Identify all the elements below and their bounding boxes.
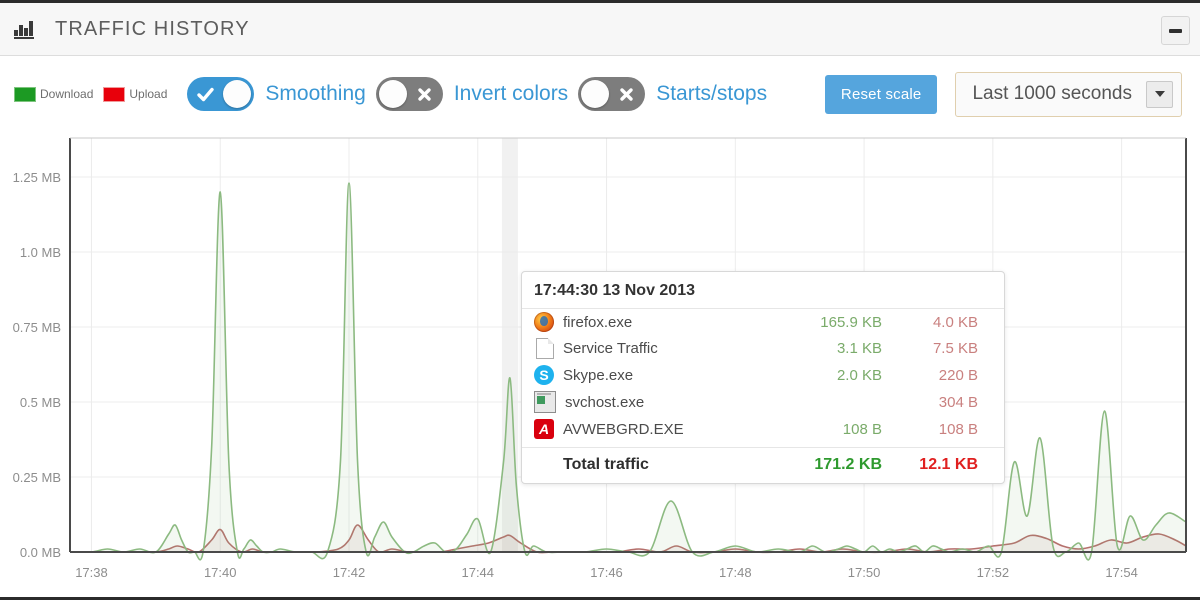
tooltip-upload-value: 4.0 KB bbox=[882, 314, 992, 331]
tooltip-total-label: Total traffic bbox=[563, 456, 786, 474]
page-title: TRAFFIC HISTORY bbox=[55, 18, 250, 41]
tooltip-download-value: 2.0 KB bbox=[786, 367, 882, 384]
legend: Download Upload bbox=[14, 87, 177, 102]
y-axis-tick-label: 0.75 MB bbox=[13, 320, 61, 335]
tooltip-total-row: Total traffic 171.2 KB 12.1 KB bbox=[522, 447, 1004, 477]
tooltip-download-value: 108 B bbox=[786, 421, 882, 438]
tooltip-upload-value: 7.5 KB bbox=[882, 340, 992, 357]
tooltip-download-value: 165.9 KB bbox=[786, 314, 882, 331]
traffic-history-window: TRAFFIC HISTORY Download Upload Smoothin… bbox=[0, 0, 1200, 600]
tooltip-process-name: firefox.exe bbox=[563, 314, 786, 331]
legend-label-upload: Upload bbox=[129, 87, 167, 101]
tooltip-process-name: AVWEBGRD.EXE bbox=[563, 421, 786, 438]
tooltip-download-value: 3.1 KB bbox=[786, 340, 882, 357]
y-axis-tick-label: 0.5 MB bbox=[20, 395, 61, 410]
toggle-starts-stops[interactable] bbox=[578, 77, 645, 111]
tooltip-timestamp: 17:44:30 13 Nov 2013 bbox=[522, 280, 1004, 309]
toggle-label-smoothing: Smoothing bbox=[265, 82, 365, 106]
avira-icon: A bbox=[534, 419, 554, 439]
toggle-smoothing[interactable] bbox=[187, 77, 254, 111]
tooltip-process-name: Service Traffic bbox=[563, 340, 786, 357]
x-axis-tick-label: 17:48 bbox=[719, 565, 752, 580]
tooltip-row: S Skype.exe 2.0 KB 220 B bbox=[522, 362, 1004, 388]
x-axis-tick-label: 17:54 bbox=[1105, 565, 1138, 580]
tooltip-upload-value: 108 B bbox=[882, 421, 992, 438]
legend-swatch-download bbox=[14, 87, 36, 102]
reset-scale-button[interactable]: Reset scale bbox=[825, 75, 938, 114]
bar-chart-icon bbox=[14, 19, 36, 39]
tooltip-total-download: 171.2 KB bbox=[786, 456, 882, 474]
x-axis-tick-label: 17:52 bbox=[977, 565, 1010, 580]
skype-icon: S bbox=[534, 365, 554, 385]
minimize-icon bbox=[1169, 29, 1182, 33]
toggle-label-starts-stops: Starts/stops bbox=[656, 82, 767, 106]
time-range-select[interactable]: Last 1000 seconds bbox=[955, 72, 1182, 117]
toggle-label-invert-colors: Invert colors bbox=[454, 82, 568, 106]
y-axis-tick-label: 1.0 MB bbox=[20, 245, 61, 260]
tooltip-upload-value: 220 B bbox=[882, 367, 992, 384]
tooltip-process-name: Skype.exe bbox=[563, 367, 786, 384]
tooltip-row: A AVWEBGRD.EXE 108 B 108 B bbox=[522, 416, 1004, 442]
legend-label-download: Download bbox=[40, 87, 93, 101]
minimize-button[interactable] bbox=[1161, 16, 1190, 45]
chevron-down-icon[interactable] bbox=[1146, 81, 1173, 108]
tooltip-total-upload: 12.1 KB bbox=[882, 456, 992, 474]
svchost-icon bbox=[534, 391, 556, 413]
toggle-knob bbox=[223, 80, 251, 108]
tooltip-row: Service Traffic 3.1 KB 7.5 KB bbox=[522, 335, 1004, 362]
x-axis-tick-label: 17:46 bbox=[590, 565, 623, 580]
toggle-knob bbox=[379, 80, 407, 108]
document-icon bbox=[536, 338, 554, 359]
tooltip-row: firefox.exe 165.9 KB 4.0 KB bbox=[522, 309, 1004, 335]
cross-icon bbox=[610, 77, 643, 111]
tooltip-upload-value: 304 B bbox=[882, 394, 992, 411]
chart-toolbar: Download Upload Smoothing Invert colors … bbox=[0, 56, 1200, 132]
x-axis-tick-label: 17:44 bbox=[461, 565, 494, 580]
y-axis-tick-label: 1.25 MB bbox=[13, 170, 61, 185]
cross-icon bbox=[408, 77, 441, 111]
window-titlebar: TRAFFIC HISTORY bbox=[0, 3, 1200, 56]
x-axis-tick-label: 17:42 bbox=[333, 565, 366, 580]
tooltip-row: svchost.exe 304 B bbox=[522, 388, 1004, 416]
tooltip-process-name: svchost.exe bbox=[565, 394, 786, 411]
x-axis-tick-label: 17:38 bbox=[75, 565, 108, 580]
spacer-icon bbox=[534, 455, 554, 475]
legend-swatch-upload bbox=[103, 87, 125, 102]
time-range-value: Last 1000 seconds bbox=[972, 83, 1132, 105]
traffic-tooltip: 17:44:30 13 Nov 2013 firefox.exe 165.9 K… bbox=[521, 271, 1005, 484]
y-axis-tick-label: 0.25 MB bbox=[13, 470, 61, 485]
x-axis-tick-label: 17:50 bbox=[848, 565, 881, 580]
x-axis-tick-label: 17:40 bbox=[204, 565, 237, 580]
y-axis-tick-label: 0.0 MB bbox=[20, 545, 61, 560]
firefox-icon bbox=[534, 312, 554, 332]
toggle-invert-colors[interactable] bbox=[376, 77, 443, 111]
check-icon bbox=[189, 77, 222, 111]
traffic-chart[interactable]: 0.0 MB 0.25 MB 0.5 MB 0.75 MB 1.0 MB 1.25 MB 1… bbox=[0, 132, 1200, 597]
toggle-knob bbox=[581, 80, 609, 108]
